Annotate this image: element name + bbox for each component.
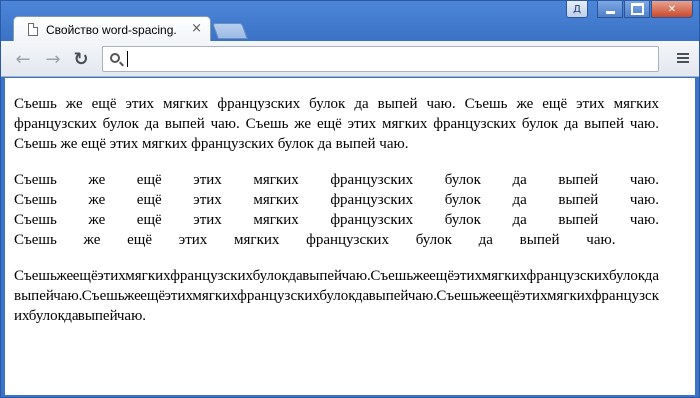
reload-icon: ↻ — [73, 49, 89, 70]
paragraph-negative-spacing: Съешь же ещё этих мягких французских бул… — [14, 268, 659, 324]
paragraph-wide-spacing: Съешь же ещё этих мягких французских бул… — [14, 172, 659, 248]
tab-close-icon[interactable]: × — [191, 21, 202, 36]
address-bar[interactable] — [102, 46, 659, 72]
maximize-button[interactable] — [624, 1, 650, 18]
window-controls: Д ✕ — [565, 1, 693, 18]
language-indicator[interactable]: Д — [566, 1, 588, 18]
new-tab-button[interactable] — [212, 23, 248, 39]
document-icon — [28, 23, 38, 36]
arrow-right-icon: → — [45, 49, 61, 70]
tab-title: Свойство word-spacing. — [46, 22, 177, 37]
paragraph-normal-spacing: Съешь же ещё этих мягких французских бул… — [14, 96, 659, 152]
back-button[interactable]: ← — [13, 50, 33, 70]
close-icon: ✕ — [667, 3, 677, 15]
search-icon — [110, 53, 120, 63]
browser-window: Свойство word-spacing. × Д ✕ ← → ↻ Съешь… — [0, 0, 700, 398]
tab-active[interactable]: Свойство word-spacing. × — [13, 16, 211, 42]
title-bar: Свойство word-spacing. × Д ✕ — [1, 1, 699, 42]
reload-button[interactable]: ↻ — [71, 50, 91, 70]
minimize-button[interactable] — [597, 1, 623, 18]
address-input[interactable] — [127, 51, 647, 67]
forward-button[interactable]: → — [43, 50, 63, 70]
close-window-button[interactable]: ✕ — [651, 1, 693, 18]
menu-icon[interactable] — [677, 53, 689, 65]
browser-toolbar: ← → ↻ — [1, 41, 699, 77]
arrow-left-icon: ← — [15, 49, 31, 70]
page-content: Съешь же ещё этих мягких французских бул… — [5, 78, 695, 395]
